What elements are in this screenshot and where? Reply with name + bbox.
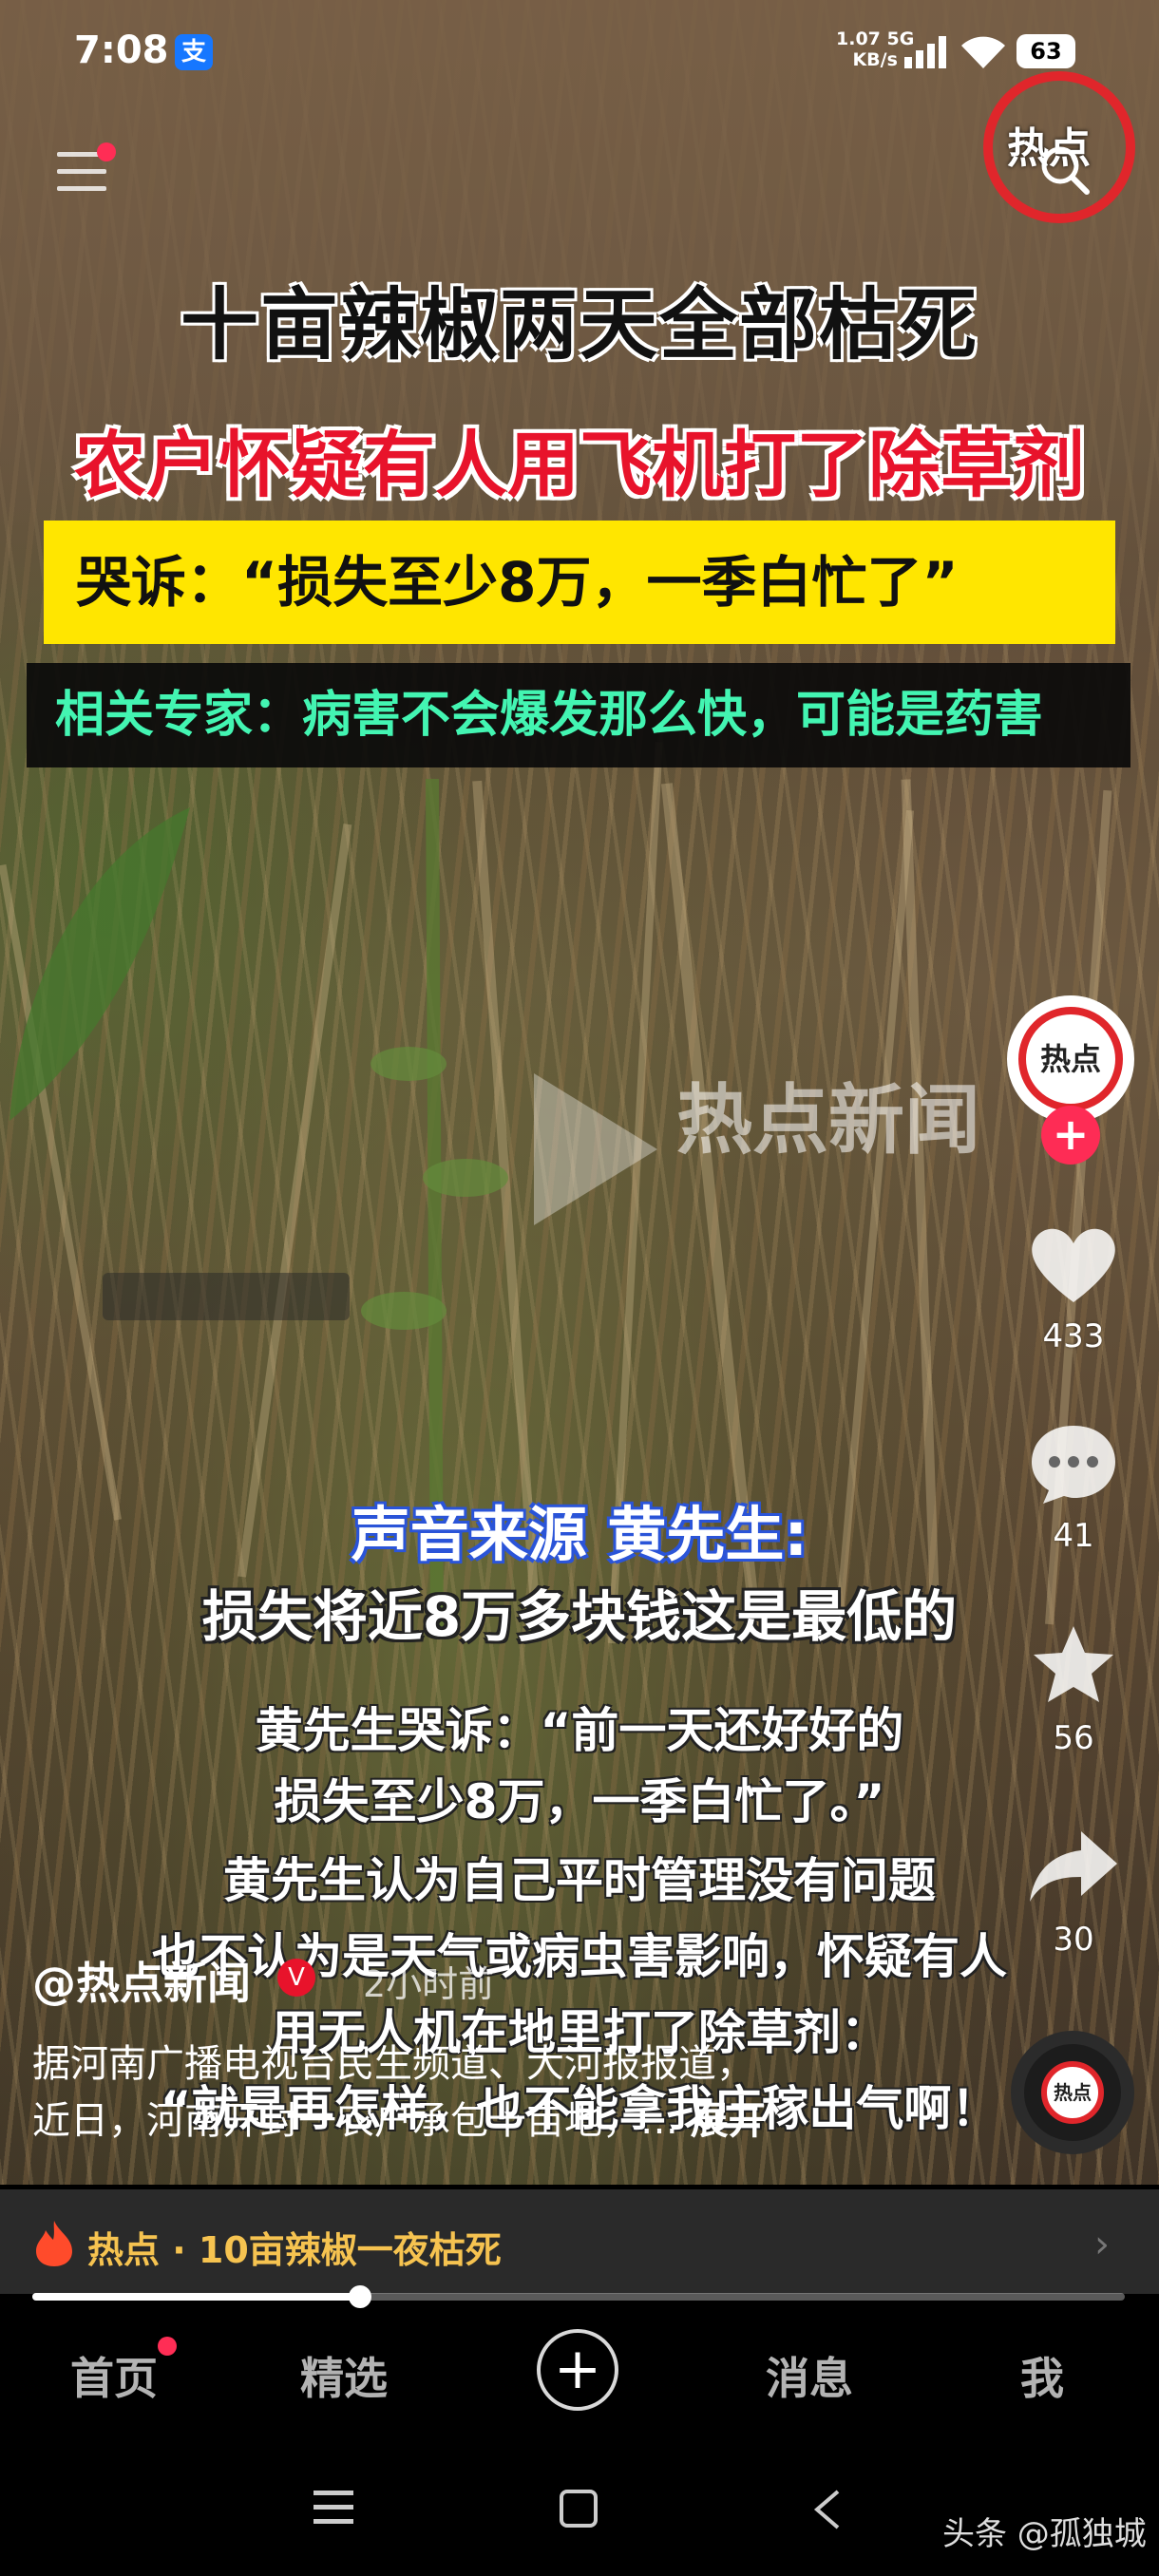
recent-apps-icon[interactable] [312,2489,355,2527]
status-time: 7:08 [74,28,169,72]
fire-icon [36,2221,72,2266]
speaker-quote: 损失将近8万多块钱这是最低的 [201,1584,958,1649]
share-icon [1030,1831,1117,1902]
nav-messages[interactable]: 消息 [766,2344,853,2407]
wifi-icon [961,36,1005,68]
grass-stalk [238,824,352,1578]
home-icon[interactable] [559,2489,598,2529]
blurred-label [103,1273,350,1320]
verified-badge-icon: V [277,1959,315,1997]
caption-line: 损失至少8万，一季白忙了。” [274,1774,885,1829]
back-icon[interactable] [811,2489,842,2530]
speaker-label: 声音来源 黄先生: [351,1500,808,1569]
caption-line: 黄先生哭诉：“前一天还好好的 [255,1703,904,1758]
net-speed-unit: KB/s [852,49,898,70]
alipay-notification-icon: 支 [175,34,213,70]
share-count: 30 [1053,1921,1094,1959]
hot-topic-label[interactable]: 热点 · 10亩辣椒一夜枯死 [87,2221,502,2273]
video-watermark: 热点新闻 [676,1076,980,1165]
create-button[interactable]: + [537,2329,618,2411]
headline-expert: 相关专家：病害不会爆发那么快，可能是药害 [27,663,1130,767]
description-line: 近日，河南开封一农户承包十亩地，… 展开 [32,2090,767,2145]
progress-handle[interactable] [349,2285,371,2308]
description-line: 据河南广播电视台民生频道、大河报报道， [32,2042,754,2086]
battery-indicator: 63 [1016,34,1075,68]
music-disc-label: 热点 [1041,2061,1104,2124]
like-button[interactable]: 433 [1026,1221,1121,1355]
headline-subtitle: 农户怀疑有人用飞机打了除草剂 [74,423,1085,507]
star-icon [1034,1626,1113,1702]
leaf-shape [10,807,190,1121]
signal-icon [904,36,946,68]
progress-fill [32,2293,360,2301]
nav-home[interactable]: 首页 [70,2344,158,2407]
caption-line: 黄先生认为自己平时管理没有问题 [223,1853,936,1908]
comment-icon [1032,1426,1115,1504]
favorite-count: 56 [1053,1719,1094,1757]
author-name[interactable]: @热点新闻 [32,1949,251,2012]
video-progress-bar[interactable] [32,2285,1125,2308]
video-top-blur [0,0,1159,760]
notification-dot [158,2337,177,2356]
notification-dot [97,142,116,161]
network-speed: 1.07 5G KB/s [836,28,914,70]
post-time: 2小时前 [363,1963,495,2005]
favorite-button[interactable]: 56 [1026,1622,1121,1757]
description-text: 近日，河南开封一农户承包十亩地，… [32,2099,678,2143]
comment-button[interactable]: 41 [1026,1420,1121,1555]
nav-featured[interactable]: 精选 [300,2344,388,2407]
headline-quote: 哭诉：“损失至少8万，一季白忙了” [44,521,1115,644]
follow-button[interactable]: + [1041,1106,1100,1165]
author-avatar[interactable]: 热点 [1007,995,1134,1123]
headline-title: 十亩辣椒两天全部枯死 [180,280,978,370]
avatar-logo-text: 热点 [1018,1007,1123,1111]
heart-icon [1032,1228,1115,1302]
comment-count: 41 [1053,1517,1094,1555]
expand-link[interactable]: 展开 [691,2099,767,2143]
nav-me[interactable]: 我 [1020,2344,1064,2407]
chevron-right-icon: › [1094,2223,1110,2266]
menu-icon [57,186,106,191]
play-icon[interactable] [524,1064,667,1235]
search-icon[interactable] [1037,142,1091,196]
share-button[interactable]: 30 [1026,1824,1121,1959]
menu-icon [57,169,106,174]
like-count: 433 [1042,1317,1105,1355]
source-credit: 头条 @孤独城 [942,2515,1147,2553]
net-speed-value: 1.07 [836,28,881,49]
